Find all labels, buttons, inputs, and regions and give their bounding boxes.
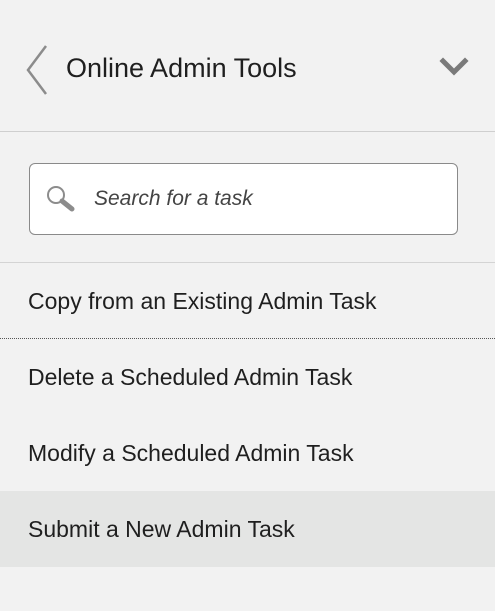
task-list: Copy from an Existing Admin Task Delete … bbox=[0, 263, 495, 567]
chevron-left-icon bbox=[26, 45, 47, 95]
task-item-submit[interactable]: Submit a New Admin Task bbox=[0, 491, 495, 567]
page-title: Online Admin Tools bbox=[66, 53, 297, 83]
panel-header: Online Admin Tools bbox=[0, 0, 495, 132]
chevron-down-icon bbox=[439, 57, 469, 76]
search-icon bbox=[44, 184, 80, 214]
search-box[interactable] bbox=[29, 163, 458, 235]
search-input[interactable] bbox=[94, 182, 434, 216]
admin-tools-panel: Online Admin Tools Copy from an Existing… bbox=[0, 0, 495, 611]
task-item-modify[interactable]: Modify a Scheduled Admin Task bbox=[0, 415, 495, 491]
expand-menu-button[interactable] bbox=[436, 52, 472, 82]
task-item-copy[interactable]: Copy from an Existing Admin Task bbox=[0, 263, 495, 339]
back-button[interactable] bbox=[22, 40, 52, 100]
search-section bbox=[0, 132, 495, 263]
task-item-delete[interactable]: Delete a Scheduled Admin Task bbox=[0, 339, 495, 415]
